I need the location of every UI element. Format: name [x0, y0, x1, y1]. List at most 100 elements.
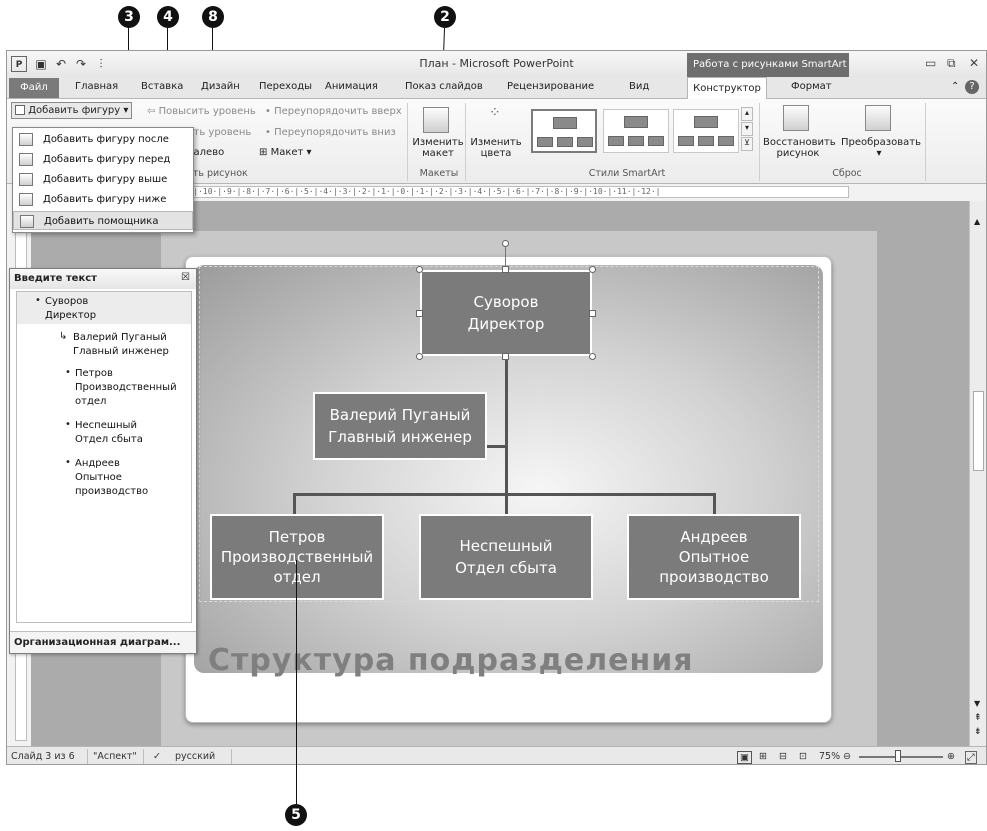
- zoom-level[interactable]: 75%: [819, 751, 840, 762]
- vertical-scrollbar[interactable]: ▲ ▼ ⇞ ⇟: [969, 201, 986, 746]
- add-shape-button[interactable]: Добавить фигуру ▾: [11, 102, 133, 119]
- tab-format[interactable]: Формат: [791, 81, 832, 92]
- tab-slideshow[interactable]: Показ слайдов: [405, 81, 483, 92]
- text-pane-footer-link[interactable]: Организационная диаграм...: [10, 631, 196, 653]
- text-pane-item[interactable]: Суворов Директор: [45, 295, 96, 323]
- close-icon[interactable]: ✕: [969, 56, 979, 70]
- smartart-style-1[interactable]: [531, 109, 597, 153]
- resize-handle[interactable]: [589, 310, 596, 317]
- text-pane-close-icon[interactable]: ☒: [181, 272, 190, 283]
- spellcheck-icon[interactable]: ✓: [153, 751, 161, 762]
- tab-review[interactable]: Рецензирование: [507, 81, 594, 92]
- reading-view-icon[interactable]: ⊟: [779, 751, 787, 762]
- resize-handle[interactable]: [416, 353, 423, 360]
- help-icon[interactable]: ?: [965, 80, 979, 94]
- reset-group-label: Сброс: [832, 168, 862, 179]
- slide-title[interactable]: Структура подразделения: [208, 643, 694, 678]
- restore-icon[interactable]: ⧉: [947, 56, 956, 71]
- tab-constructor[interactable]: Конструктор: [687, 77, 767, 100]
- node-line: Андреев: [680, 528, 748, 546]
- slide-counter: Слайд 3 из 6: [11, 751, 75, 762]
- style-thumb-box: [553, 117, 577, 129]
- style-thumb-box: [718, 136, 734, 146]
- add-shape-before-item[interactable]: Добавить фигуру перед: [13, 150, 193, 169]
- zoom-out-icon[interactable]: ⊖: [843, 751, 851, 762]
- gallery-scroll-down-icon[interactable]: ▾: [741, 122, 753, 136]
- tab-animation[interactable]: Анимация: [325, 81, 378, 92]
- zoom-slider[interactable]: [859, 756, 943, 758]
- scroll-down-icon[interactable]: ▼: [974, 699, 980, 708]
- text-pane-item[interactable]: Андреев Опытное производство: [75, 457, 148, 499]
- text-pane-list[interactable]: • Суворов Директор ↳ Валерий Пуганый Главн…: [16, 291, 192, 623]
- text-pane-item[interactable]: Валерий Пуганый Главный инженер: [73, 331, 169, 359]
- promote-button[interactable]: ⇦ Повысить уровень: [147, 106, 256, 117]
- callout-5: 5: [285, 804, 307, 826]
- tab-insert[interactable]: Вставка: [141, 81, 183, 92]
- next-slide-icon[interactable]: ⇟: [974, 727, 982, 737]
- theme-name[interactable]: "Аспект": [93, 751, 137, 762]
- resize-handle[interactable]: [502, 353, 509, 360]
- tab-design[interactable]: Дизайн: [201, 81, 240, 92]
- bullet-icon: •: [65, 457, 71, 468]
- slideshow-icon[interactable]: ⊡: [799, 751, 807, 762]
- org-node-director[interactable]: Суворов Директор: [420, 270, 592, 356]
- reset-graphic-button[interactable]: Восстановить рисунок: [763, 137, 836, 159]
- resize-handle[interactable]: [416, 310, 423, 317]
- text-pane-item[interactable]: Петров Производственный отдел: [75, 367, 177, 409]
- style-thumb-box: [624, 116, 648, 128]
- minimize-ribbon-icon[interactable]: ⌃: [951, 81, 959, 92]
- tab-home[interactable]: Главная: [75, 81, 118, 92]
- layout-button[interactable]: ⊞ Макет ▾: [259, 147, 312, 158]
- create-graphic-group-label: ать рисунок: [187, 168, 248, 179]
- text-pane-item[interactable]: Неспешный Отдел сбыта: [75, 419, 143, 447]
- tab-view[interactable]: Вид: [629, 81, 649, 92]
- resize-handle[interactable]: [416, 266, 423, 273]
- node-line: Главный инженер: [328, 428, 472, 446]
- scroll-up-icon[interactable]: ▲: [974, 217, 980, 226]
- language[interactable]: русский: [175, 751, 215, 762]
- add-shape-above-item[interactable]: Добавить фигуру выше: [13, 170, 193, 189]
- gallery-scroll-up-icon[interactable]: ▴: [741, 107, 753, 121]
- scroll-thumb[interactable]: [973, 391, 984, 471]
- zoom-slider-thumb[interactable]: [895, 750, 901, 762]
- smartart-style-3[interactable]: [673, 109, 739, 153]
- group-separator: [465, 103, 466, 181]
- org-node-child[interactable]: Андреев Опытное производство: [627, 514, 801, 600]
- add-above-icon: [19, 173, 33, 186]
- move-up-button[interactable]: • Переупорядочить вверх: [265, 106, 402, 117]
- change-colors-button[interactable]: Изменить цвета: [469, 137, 523, 159]
- org-node-child[interactable]: Петров Производственный отдел: [210, 514, 384, 600]
- move-down-button[interactable]: • Переупорядочить вниз: [265, 127, 396, 138]
- add-shape-after-item[interactable]: Добавить фигуру после: [13, 130, 193, 149]
- tab-transitions[interactable]: Переходы: [259, 81, 312, 92]
- resize-handle[interactable]: [589, 266, 596, 273]
- tab-file[interactable]: Файл: [9, 78, 59, 98]
- org-node-child[interactable]: Неспешный Отдел сбыта: [419, 514, 593, 600]
- fit-to-window-icon[interactable]: ⤢: [965, 751, 977, 764]
- gallery-more-icon[interactable]: ⊻: [741, 137, 753, 151]
- add-assistant-item[interactable]: Добавить помощника: [13, 211, 193, 230]
- slide-sorter-icon[interactable]: ⊞: [759, 751, 767, 762]
- change-layout-button[interactable]: Изменить макет: [412, 137, 464, 159]
- minimize-icon[interactable]: ▭: [925, 56, 936, 70]
- zoom-in-icon[interactable]: ⊕: [947, 751, 955, 762]
- node-line: Петров: [268, 528, 326, 546]
- smartart-styles-group-label: Стили SmartArt: [588, 168, 666, 179]
- status-bar: Слайд 3 из 6 "Аспект" ✓ русский ▣ ⊞ ⊟ ⊡ …: [7, 746, 986, 764]
- demote-button[interactable]: ить уровень: [187, 127, 251, 138]
- normal-view-icon[interactable]: ▣: [737, 751, 752, 764]
- resize-handle[interactable]: [502, 266, 509, 273]
- node-line: отдел: [212, 567, 382, 587]
- smartart-style-2[interactable]: [603, 109, 669, 153]
- style-thumb-box: [608, 136, 624, 146]
- style-thumb-box: [628, 136, 644, 146]
- chevron-down-icon: ▾: [123, 105, 129, 116]
- rotate-handle[interactable]: [502, 240, 509, 247]
- resize-handle[interactable]: [589, 353, 596, 360]
- convert-button[interactable]: Преобразовать ▾: [841, 137, 921, 159]
- previous-slide-icon[interactable]: ⇞: [974, 713, 982, 723]
- node-line: Валерий Пуганый: [329, 406, 471, 424]
- group-separator: [925, 103, 926, 181]
- org-node-assistant[interactable]: Валерий Пуганый Главный инженер: [313, 392, 487, 460]
- add-shape-below-item[interactable]: Добавить фигуру ниже: [13, 190, 193, 209]
